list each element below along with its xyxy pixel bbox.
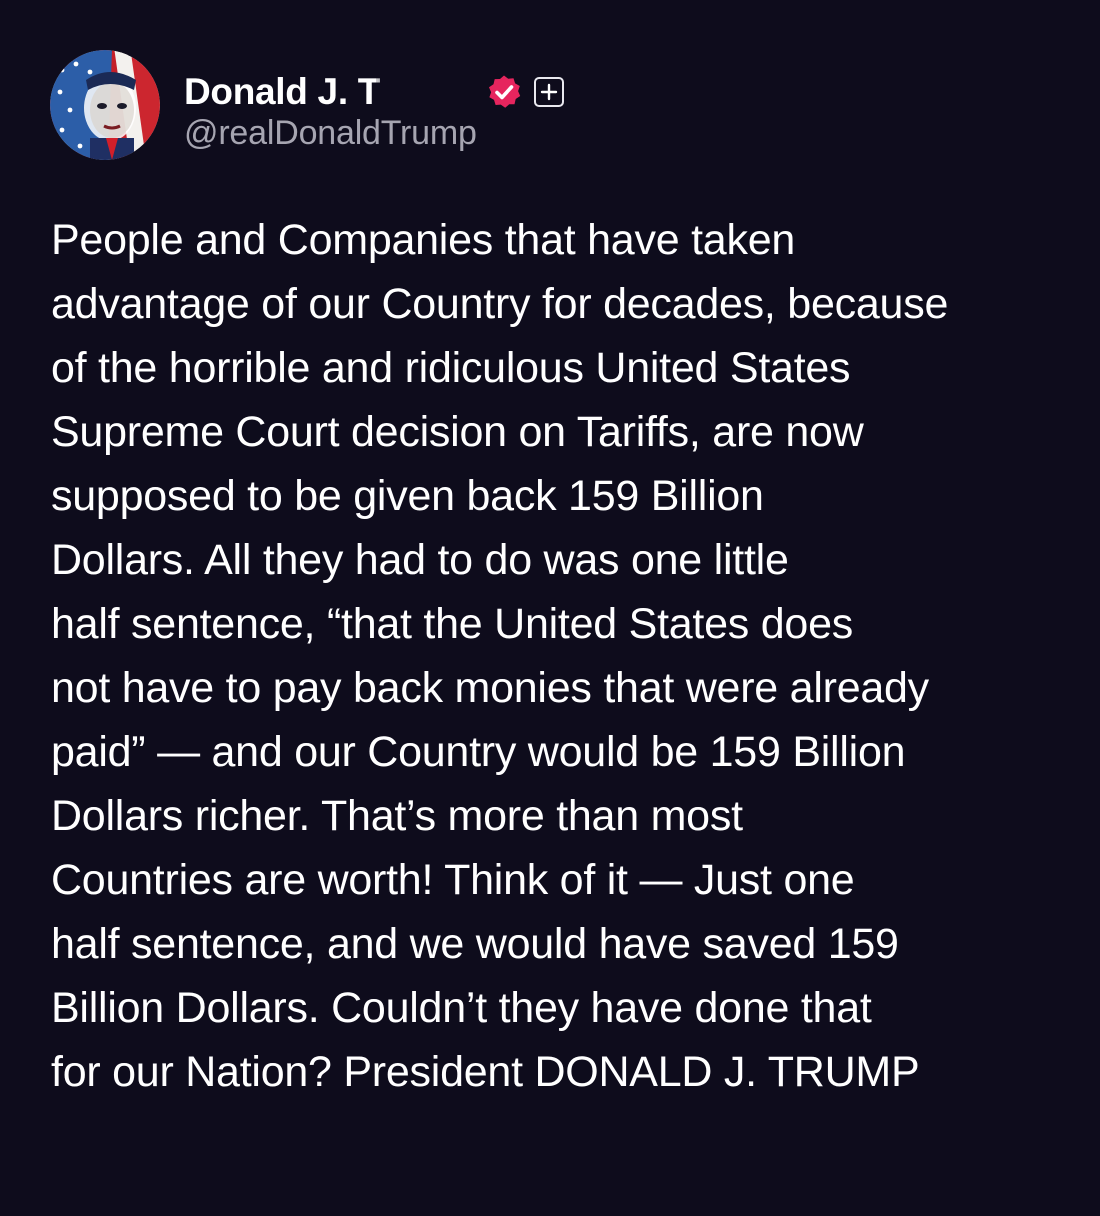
post-text-line: for our Nation? President DONALD J. TRUM… <box>51 1048 920 1096</box>
post-text-line: of the horrible and ridiculous United St… <box>51 344 851 392</box>
post-text-line: paid” — and our Country would be 159 Bil… <box>51 728 906 776</box>
post-body: People and Companies that have taken adv… <box>51 208 1061 1104</box>
author-avatar[interactable] <box>50 50 160 160</box>
post-text-line: half sentence, “that the United States d… <box>51 600 853 648</box>
post-text-line: not have to pay back monies that were al… <box>51 664 929 712</box>
post-text-line: People and Companies that have taken <box>51 216 796 264</box>
post-text-line: Dollars richer. That’s more than most <box>51 792 743 840</box>
redacted-smudge <box>376 75 481 109</box>
post-text-line: Supreme Court decision on Tariffs, are n… <box>51 408 864 456</box>
post-text-line: supposed to be given back 159 Billion <box>51 472 764 520</box>
post-card: Donald J. T @realDonaldTrump People and … <box>0 0 1100 1216</box>
verified-badge-icon <box>489 75 521 108</box>
follow-button[interactable] <box>534 77 565 107</box>
plus-icon <box>540 83 558 101</box>
name-row: Donald J. T <box>184 70 565 114</box>
author-handle[interactable]: @realDonaldTrump <box>184 114 564 153</box>
flag-portrait-avatar-icon <box>50 50 160 160</box>
post-text-line: Dollars. All they had to do was one litt… <box>51 536 789 584</box>
post-text-line: half sentence, and we would have saved 1… <box>51 920 899 968</box>
post-header: Donald J. T @realDonaldTrump <box>50 50 565 162</box>
post-text-line: Countries are worth! Think of it — Just … <box>51 856 855 904</box>
author-display-name[interactable]: Donald J. T <box>184 71 380 113</box>
post-text-line: Billion Dollars. Couldn’t they have done… <box>51 984 872 1032</box>
post-text-line: advantage of our Country for decades, be… <box>51 280 949 328</box>
author-identity: Donald J. T @realDonaldTrump <box>184 50 565 153</box>
